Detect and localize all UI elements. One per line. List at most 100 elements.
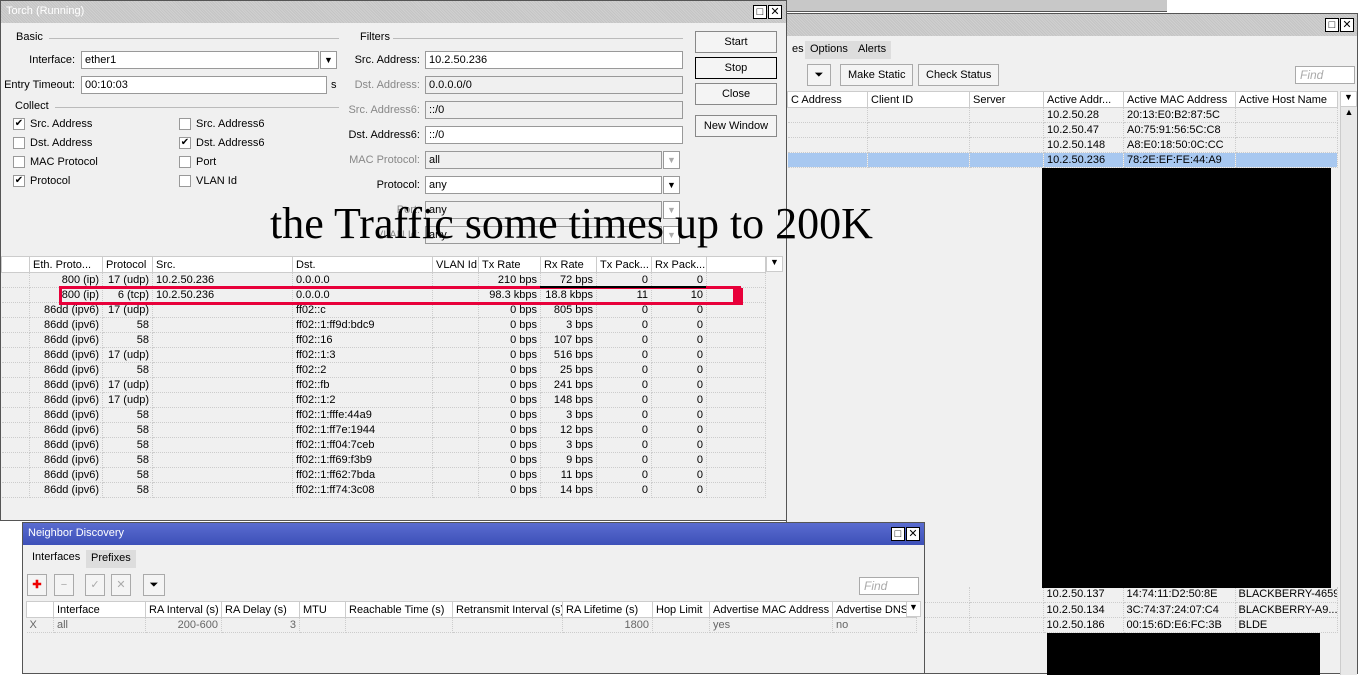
column-header[interactable]: RA Lifetime (s) — [562, 601, 653, 618]
table-cell: 0 bps — [478, 347, 541, 363]
close-button[interactable]: ✕ — [906, 527, 920, 541]
column-header[interactable] — [26, 601, 54, 618]
table-row[interactable]: 10.2.50.148 A8:E0:18:50:0C:CC — [787, 137, 1338, 153]
column-header[interactable]: Server — [969, 91, 1044, 108]
enable-button[interactable]: ✓ — [85, 574, 105, 596]
column-header[interactable]: Tx Rate — [478, 256, 541, 273]
column-header[interactable]: C Address — [787, 91, 868, 108]
column-header[interactable]: MTU — [299, 601, 346, 618]
table-row[interactable]: 86dd (ipv6) 17 (udp) ff02::1:2 0 bps 148 bps… — [1, 392, 766, 408]
nd-titlebar[interactable]: Neighbor Discovery — [23, 523, 924, 545]
collect-checkbox[interactable]: ✔ Src. Address — [13, 118, 92, 132]
dropdown-button[interactable]: ▼ — [663, 151, 680, 169]
table-cell: 0 — [596, 347, 652, 363]
interface-select[interactable]: ether1 — [81, 51, 319, 69]
table-row[interactable]: 86dd (ipv6) 58 ff02::1:ff04:7ceb 0 bps 3 bps… — [1, 437, 766, 453]
table-row[interactable]: 86dd (ipv6) 58 ff02::2 0 bps 25 bps 0 0 — [1, 362, 766, 378]
column-header[interactable]: Src. — [152, 256, 293, 273]
column-menu-button[interactable]: ▼ — [906, 601, 921, 617]
filter-button[interactable]: ⏷ — [143, 574, 165, 596]
column-header[interactable]: Active Host Name — [1235, 91, 1338, 108]
table-row[interactable]: 86dd (ipv6) 58 ff02::1:fffe:44a9 0 bps 3 bps… — [1, 407, 766, 423]
dropdown-button[interactable]: ▼ — [663, 176, 680, 194]
column-header[interactable]: Rx Pack... — [651, 256, 707, 273]
check-status-button[interactable]: Check Status — [918, 64, 1000, 86]
table-cell: BLACKBERRY-A9... — [1235, 602, 1338, 618]
table-cell — [969, 587, 1044, 603]
table-row[interactable]: 86dd (ipv6) 58 ff02::1:ff69:f3b9 0 bps 9 bps… — [1, 452, 766, 468]
close-button[interactable]: ✕ — [1340, 18, 1354, 32]
column-header[interactable]: Eth. Proto... — [29, 256, 103, 273]
table-row[interactable]: 86dd (ipv6) 58 ff02::1:ff7e:1944 0 bps 12 bp… — [1, 422, 766, 438]
column-header[interactable]: Tx Pack... — [596, 256, 652, 273]
column-header[interactable]: Reachable Time (s) — [345, 601, 453, 618]
close-window-button[interactable]: Close — [695, 83, 777, 105]
stop-button[interactable]: Stop — [695, 57, 777, 79]
table-row[interactable]: 10.2.50.47 A0:75:91:56:5C:C8 — [787, 122, 1338, 138]
column-header[interactable]: Advertise MAC Address — [709, 601, 833, 618]
column-menu-button[interactable]: ▼ — [766, 256, 783, 272]
column-header[interactable]: RA Interval (s) — [145, 601, 222, 618]
column-header[interactable]: Retransmit Interval (s) — [452, 601, 563, 618]
column-header[interactable]: Active MAC Address — [1123, 91, 1236, 108]
find-input[interactable]: Find — [1295, 66, 1355, 84]
new-window-button[interactable]: New Window — [695, 115, 777, 137]
disable-button[interactable]: ✕ — [111, 574, 131, 596]
make-static-button[interactable]: Make Static — [840, 64, 914, 86]
filter-input[interactable]: all — [425, 151, 662, 169]
dhcp-titlebar[interactable] — [787, 14, 1357, 36]
table-row[interactable]: 86dd (ipv6) 58 ff02::1:ff9d:bdc9 0 bps 3 bps… — [1, 317, 766, 333]
collect-checkbox[interactable]: ✔ Dst. Address6 — [179, 137, 264, 151]
column-header[interactable]: VLAN Id — [432, 256, 479, 273]
maximize-button[interactable]: □ — [891, 527, 905, 541]
remove-button[interactable]: − — [54, 574, 74, 596]
table-row[interactable]: 86dd (ipv6) 58 ff02::16 0 bps 107 bps 0 0 — [1, 332, 766, 348]
torch-titlebar[interactable]: Torch (Running) — [1, 1, 786, 23]
tab-prefixes[interactable]: Prefixes — [86, 550, 136, 568]
entry-timeout-input[interactable]: 00:10:03 — [81, 76, 327, 94]
column-header[interactable]: Active Addr... — [1043, 91, 1124, 108]
filter-input[interactable]: 10.2.50.236 — [425, 51, 683, 69]
column-header[interactable]: Rx Rate — [540, 256, 597, 273]
tab-alerts[interactable]: Alerts — [853, 41, 892, 59]
filter-input[interactable]: ::/0 — [425, 126, 683, 144]
column-header[interactable]: Protocol — [102, 256, 153, 273]
column-header[interactable]: Hop Limit — [652, 601, 710, 618]
filter-input[interactable]: ::/0 — [425, 101, 683, 119]
maximize-button[interactable]: □ — [753, 5, 767, 19]
column-header[interactable]: Dst. — [292, 256, 433, 273]
interface-dropdown-button[interactable]: ▼ — [320, 51, 337, 69]
find-input[interactable]: Find — [859, 577, 919, 595]
collect-checkbox[interactable]: Port — [179, 156, 216, 170]
filter-input[interactable]: any — [425, 176, 662, 194]
table-row[interactable]: 86dd (ipv6) 17 (udp) ff02::fb 0 bps 241 bps 0… — [1, 377, 766, 393]
table-row[interactable]: 10.2.50.28 20:13:E0:B2:87:5C — [787, 107, 1338, 123]
column-header[interactable]: RA Delay (s) — [221, 601, 300, 618]
filter-button[interactable]: ⏷ — [807, 64, 831, 86]
table-row[interactable]: 86dd (ipv6) 58 ff02::1:ff62:7bda 0 bps 11 bp… — [1, 467, 766, 483]
collect-checkbox[interactable]: VLAN Id — [179, 175, 237, 189]
table-row[interactable]: 86dd (ipv6) 58 ff02::1:ff74:3c08 0 bps 14 bp… — [1, 482, 766, 498]
start-button[interactable]: Start — [695, 31, 777, 53]
scrollbar[interactable]: ▲ — [1340, 107, 1357, 675]
table-cell — [969, 152, 1044, 168]
collect-checkbox[interactable]: ✔ Protocol — [13, 175, 70, 189]
table-row[interactable]: 86dd (ipv6) 17 (udp) ff02::1:3 0 bps 516 bps… — [1, 347, 766, 363]
table-cell — [969, 617, 1044, 633]
tab-interfaces[interactable]: Interfaces — [27, 549, 86, 567]
table-row[interactable]: Xall 200-600 3 1800 yes no — [26, 617, 917, 633]
collect-checkbox[interactable]: MAC Protocol — [13, 156, 98, 170]
collect-checkbox[interactable]: Dst. Address — [13, 137, 92, 151]
close-button[interactable]: ✕ — [768, 5, 782, 19]
add-button[interactable]: ✚ — [27, 574, 47, 596]
column-header[interactable]: Interface — [53, 601, 146, 618]
collect-checkbox[interactable]: Src. Address6 — [179, 118, 264, 132]
table-row[interactable]: 10.2.50.236 78:2E:EF:FE:44:A9 — [787, 152, 1338, 168]
tab-options[interactable]: Options — [805, 41, 853, 59]
column-header[interactable] — [1, 256, 30, 273]
column-header[interactable]: Client ID — [867, 91, 970, 108]
filter-input[interactable]: 0.0.0.0/0 — [425, 76, 683, 94]
maximize-button[interactable]: □ — [1325, 18, 1339, 32]
column-menu-button[interactable]: ▼ — [1340, 91, 1357, 107]
column-header[interactable]: Advertise DNS — [832, 601, 917, 618]
